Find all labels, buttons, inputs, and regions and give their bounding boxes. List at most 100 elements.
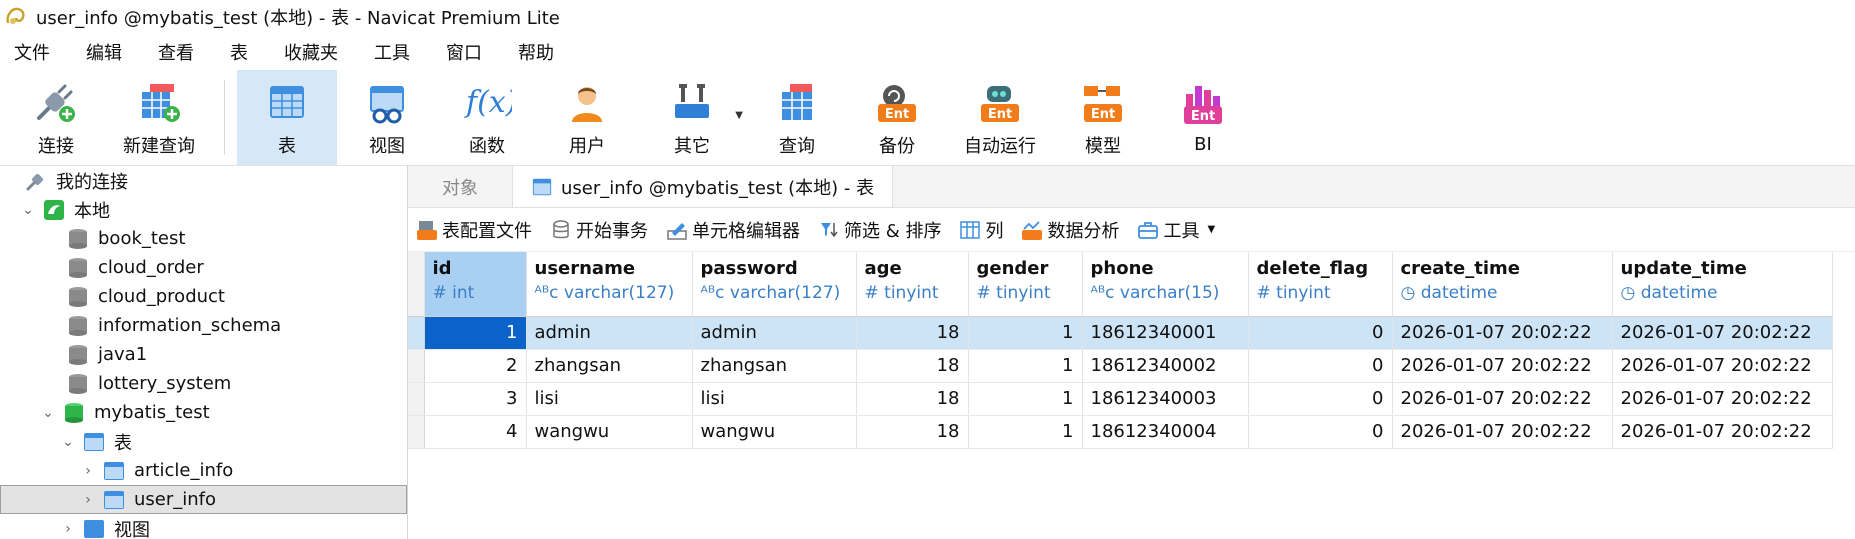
cell[interactable]: 18 bbox=[856, 415, 969, 449]
column-header-age[interactable]: age # tinyint bbox=[856, 252, 969, 317]
cell[interactable]: lisi bbox=[692, 382, 857, 416]
cell[interactable]: 0 bbox=[1248, 349, 1393, 383]
function-button[interactable]: f(x) 函数 bbox=[437, 70, 537, 165]
columns-button[interactable]: 列 bbox=[959, 217, 1003, 243]
row-marker[interactable] bbox=[408, 316, 425, 350]
database-node[interactable]: lottery_system bbox=[0, 369, 407, 398]
bi-button[interactable]: Ent BI bbox=[1153, 70, 1253, 165]
cell[interactable]: 1 bbox=[968, 415, 1083, 449]
menu-favorites[interactable]: 收藏夹 bbox=[278, 35, 344, 69]
begin-transaction-button[interactable]: 开始事务 bbox=[550, 217, 648, 243]
model-button[interactable]: Ent 模型 bbox=[1053, 70, 1153, 165]
column-header-id[interactable]: id # int bbox=[424, 252, 527, 317]
new-query-button[interactable]: 新建查询 bbox=[106, 70, 212, 165]
menu-tools[interactable]: 工具 bbox=[368, 35, 416, 69]
cell[interactable]: lisi bbox=[526, 382, 693, 416]
other-button[interactable]: 其它 ▼ bbox=[637, 70, 747, 165]
chevron-right-icon[interactable]: › bbox=[60, 521, 76, 537]
cell[interactable]: 0 bbox=[1248, 415, 1393, 449]
column-header-delete-flag[interactable]: delete_flag # tinyint bbox=[1248, 252, 1393, 317]
user-button[interactable]: 用户 bbox=[537, 70, 637, 165]
cell[interactable]: 18 bbox=[856, 349, 969, 383]
table-row[interactable]: 4 wangwu wangwu 18 1 18612340004 0 2026-… bbox=[408, 415, 1833, 449]
my-connections-node[interactable]: 我的连接 bbox=[0, 166, 407, 195]
chevron-down-icon[interactable]: ⌄ bbox=[60, 434, 76, 450]
cell[interactable]: 0 bbox=[1248, 316, 1393, 350]
tab-objects[interactable]: 对象 bbox=[408, 166, 512, 207]
table-row[interactable]: 3 lisi lisi 18 1 18612340003 0 2026-01-0… bbox=[408, 382, 1833, 416]
cell[interactable]: zhangsan bbox=[526, 349, 693, 383]
cell[interactable]: 3 bbox=[424, 382, 527, 416]
cell[interactable]: 1 bbox=[968, 382, 1083, 416]
menu-edit[interactable]: 编辑 bbox=[80, 35, 128, 69]
database-node[interactable]: java1 bbox=[0, 340, 407, 369]
table-node[interactable]: › article_info bbox=[0, 456, 407, 485]
column-header-gender[interactable]: gender # tinyint bbox=[968, 252, 1083, 317]
cell[interactable]: 2026-01-07 20:02:22 bbox=[1392, 382, 1613, 416]
menu-window[interactable]: 窗口 bbox=[440, 35, 488, 69]
menu-table[interactable]: 表 bbox=[224, 35, 254, 69]
chevron-right-icon[interactable]: › bbox=[80, 463, 96, 479]
row-marker[interactable] bbox=[408, 415, 425, 449]
filter-sort-button[interactable]: 筛选 & 排序 bbox=[818, 217, 941, 243]
chevron-down-icon[interactable]: ▼ bbox=[735, 110, 743, 121]
chevron-right-icon[interactable]: › bbox=[80, 492, 96, 508]
column-header-phone[interactable]: phone ᴬᴮc varchar(15) bbox=[1082, 252, 1249, 317]
table-config-button[interactable]: 表配置文件 bbox=[416, 217, 532, 243]
menu-help[interactable]: 帮助 bbox=[512, 35, 560, 69]
tables-folder-node[interactable]: ⌄ 表 bbox=[0, 427, 407, 456]
menu-view[interactable]: 查看 bbox=[152, 35, 200, 69]
row-marker[interactable] bbox=[408, 349, 425, 383]
tools-dropdown-button[interactable]: 工具 ▼ bbox=[1137, 217, 1215, 243]
data-analysis-button[interactable]: 数据分析 bbox=[1021, 217, 1119, 243]
database-node[interactable]: book_test bbox=[0, 224, 407, 253]
table-row[interactable]: 1 admin admin 18 1 18612340001 0 2026-01… bbox=[408, 316, 1833, 350]
cell[interactable]: 2 bbox=[424, 349, 527, 383]
cell[interactable]: zhangsan bbox=[692, 349, 857, 383]
column-header-password[interactable]: password ᴬᴮc varchar(127) bbox=[692, 252, 857, 317]
table-button[interactable]: 表 bbox=[237, 70, 337, 165]
cell[interactable]: 18612340001 bbox=[1082, 316, 1249, 350]
local-connection-node[interactable]: ⌄ 本地 bbox=[0, 195, 407, 224]
backup-button[interactable]: Ent 备份 bbox=[847, 70, 947, 165]
database-node[interactable]: cloud_product bbox=[0, 282, 407, 311]
cell[interactable]: 18 bbox=[856, 382, 969, 416]
cell[interactable]: 2026-01-07 20:02:22 bbox=[1392, 316, 1613, 350]
connect-button[interactable]: 连接 bbox=[6, 70, 106, 165]
cell[interactable]: wangwu bbox=[692, 415, 857, 449]
cell[interactable]: 1 bbox=[968, 349, 1083, 383]
cell[interactable]: 1 bbox=[424, 316, 527, 350]
open-database-node[interactable]: ⌄ mybatis_test bbox=[0, 398, 407, 427]
cell[interactable]: wangwu bbox=[526, 415, 693, 449]
chevron-down-icon[interactable]: ⌄ bbox=[20, 202, 36, 218]
query-button[interactable]: 查询 bbox=[747, 70, 847, 165]
view-button[interactable]: 视图 bbox=[337, 70, 437, 165]
column-header-update-time[interactable]: update_time ◷ datetime bbox=[1612, 252, 1833, 317]
menu-file[interactable]: 文件 bbox=[8, 35, 56, 69]
cell[interactable]: 18612340004 bbox=[1082, 415, 1249, 449]
cell[interactable]: 18612340003 bbox=[1082, 382, 1249, 416]
chevron-down-icon[interactable]: ▼ bbox=[1207, 224, 1215, 235]
cell[interactable]: 4 bbox=[424, 415, 527, 449]
cell[interactable]: 18612340002 bbox=[1082, 349, 1249, 383]
cell[interactable]: 18 bbox=[856, 316, 969, 350]
table-node-selected[interactable]: › user_info bbox=[0, 485, 407, 514]
cell[interactable]: 2026-01-07 20:02:22 bbox=[1612, 316, 1833, 350]
tab-user-info-table[interactable]: user_info @mybatis_test (本地) - 表 bbox=[512, 166, 894, 207]
row-marker[interactable] bbox=[408, 382, 425, 416]
cell[interactable]: 1 bbox=[968, 316, 1083, 350]
column-header-create-time[interactable]: create_time ◷ datetime bbox=[1392, 252, 1613, 317]
cell[interactable]: 2026-01-07 20:02:22 bbox=[1612, 349, 1833, 383]
cell[interactable]: 2026-01-07 20:02:22 bbox=[1612, 415, 1833, 449]
cell[interactable]: admin bbox=[526, 316, 693, 350]
cell[interactable]: 2026-01-07 20:02:22 bbox=[1392, 349, 1613, 383]
cell[interactable]: 2026-01-07 20:02:22 bbox=[1612, 382, 1833, 416]
cell[interactable]: admin bbox=[692, 316, 857, 350]
cell[interactable]: 2026-01-07 20:02:22 bbox=[1392, 415, 1613, 449]
views-folder-node[interactable]: › 视图 bbox=[0, 514, 407, 539]
column-header-username[interactable]: username ᴬᴮc varchar(127) bbox=[526, 252, 693, 317]
chevron-down-icon[interactable]: ⌄ bbox=[40, 405, 56, 421]
cell[interactable]: 0 bbox=[1248, 382, 1393, 416]
database-node[interactable]: information_schema bbox=[0, 311, 407, 340]
table-row[interactable]: 2 zhangsan zhangsan 18 1 18612340002 0 2… bbox=[408, 349, 1833, 383]
